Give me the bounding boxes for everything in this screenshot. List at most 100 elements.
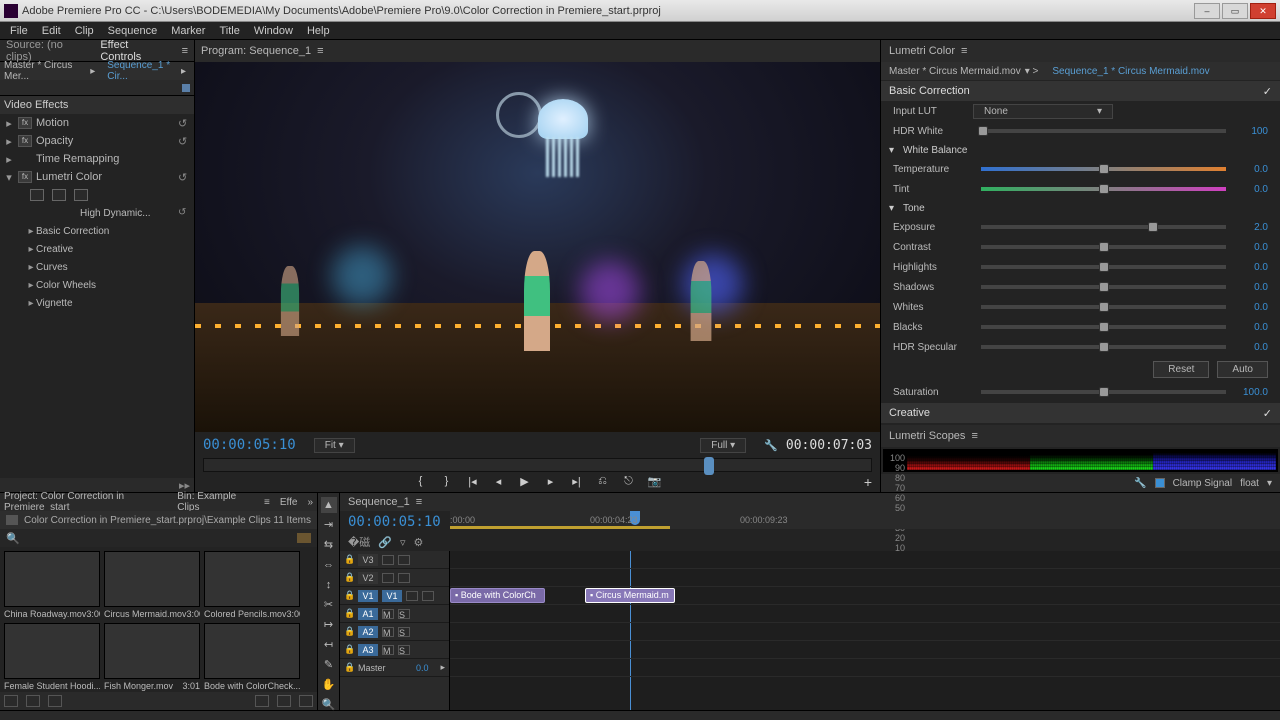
lumetri-seq[interactable]: Sequence_1 * Circus Mermaid.mov	[1052, 66, 1209, 77]
solo-icon[interactable]: S	[398, 645, 410, 655]
go-to-out-icon[interactable]: ▸|	[569, 475, 585, 489]
sync-lock-icon[interactable]	[422, 591, 434, 601]
blacks-slider[interactable]	[981, 325, 1226, 329]
audio-track-header[interactable]: 🔒A3MS	[340, 641, 449, 659]
search-icon[interactable]: 🔍	[6, 532, 18, 545]
lock-icon[interactable]: 🔒	[344, 590, 354, 601]
clip-item[interactable]: China Roadway.mov3:00	[4, 551, 100, 619]
panel-menu-icon[interactable]: ≡	[416, 496, 422, 508]
extract-icon[interactable]: ⎋	[621, 475, 637, 489]
exposure-value[interactable]: 2.0	[1234, 222, 1268, 233]
panel-menu-icon[interactable]: ≡	[961, 45, 967, 57]
saturation-value[interactable]: 100.0	[1234, 387, 1268, 398]
program-viewer[interactable]	[195, 62, 880, 432]
icon-view-icon[interactable]	[26, 695, 40, 707]
whites-slider[interactable]	[981, 305, 1226, 309]
panel-menu-icon[interactable]: ≡	[971, 430, 977, 442]
lumetri-creative[interactable]: ▸Creative	[0, 240, 194, 258]
selection-tool-icon[interactable]: ▲	[321, 497, 337, 513]
clip-item[interactable]: Female Student Hoodi...3:00	[4, 623, 100, 691]
linked-selection-icon[interactable]: 🔗	[378, 536, 392, 549]
panel-menu-icon[interactable]: ≡	[182, 45, 188, 57]
whites-value[interactable]: 0.0	[1234, 302, 1268, 313]
reset-icon[interactable]: ↺	[178, 117, 190, 129]
input-lut-select[interactable]: None▾	[973, 104, 1113, 119]
rate-stretch-tool-icon[interactable]: ↕	[321, 577, 337, 593]
mask-rect-icon[interactable]	[52, 189, 66, 201]
tab-bin[interactable]: Bin: Example Clips	[177, 491, 250, 513]
track-select-tool-icon[interactable]: ⇥	[321, 517, 337, 533]
lock-icon[interactable]: 🔒	[344, 572, 354, 583]
play-icon[interactable]: ▸	[181, 66, 186, 77]
scopes-display[interactable]: 1009080706050403020100	[883, 449, 1278, 472]
menu-marker[interactable]: Marker	[165, 23, 211, 39]
play-icon[interactable]: ▶	[517, 475, 533, 489]
marker-icon[interactable]: ▿	[400, 536, 406, 549]
master-track-header[interactable]: 🔒Master0.0▸	[340, 659, 449, 677]
program-scrubber[interactable]	[203, 458, 872, 472]
mute-icon[interactable]: M	[382, 645, 394, 655]
mark-out-icon[interactable]: }	[439, 475, 455, 489]
timeline-clip[interactable]: ▪ Bode with ColorCh	[450, 588, 545, 603]
program-timecode[interactable]: 00:00:05:10	[203, 437, 296, 453]
clip-item[interactable]: Colored Pencils.mov3:00	[204, 551, 300, 619]
minimize-button[interactable]: –	[1194, 3, 1220, 19]
lift-icon[interactable]: ⎌	[595, 475, 611, 489]
auto-button[interactable]: Auto	[1217, 361, 1268, 378]
mask-pen-icon[interactable]	[74, 189, 88, 201]
panel-menu-icon[interactable]: ≡	[317, 45, 323, 57]
effect-motion[interactable]: ▸fxMotion↺	[0, 114, 194, 132]
shadows-slider[interactable]	[981, 285, 1226, 289]
step-forward-icon[interactable]: ▸	[543, 475, 559, 489]
timeline-timecode[interactable]: 00:00:05:10	[348, 514, 441, 530]
ripple-tool-icon[interactable]: ⇆	[321, 537, 337, 553]
highlights-slider[interactable]	[981, 265, 1226, 269]
white-balance-header[interactable]: White Balance	[903, 145, 967, 156]
mute-icon[interactable]: M	[382, 609, 394, 619]
menu-help[interactable]: Help	[301, 23, 336, 39]
lumetri-hdr[interactable]: High Dynamic...↺	[0, 204, 194, 222]
checkmark-icon[interactable]: ✓	[1263, 407, 1272, 420]
zoom-tool-icon[interactable]: 🔍	[321, 697, 337, 713]
zoom-select[interactable]: Fit ▾	[314, 438, 355, 453]
list-view-icon[interactable]	[4, 695, 18, 707]
clip-item[interactable]: Fish Monger.mov3:01	[104, 623, 200, 691]
menu-sequence[interactable]: Sequence	[102, 23, 164, 39]
lock-icon[interactable]: 🔒	[344, 608, 354, 619]
reset-button[interactable]: Reset	[1153, 361, 1209, 378]
toggle-output-icon[interactable]	[382, 555, 394, 565]
tint-value[interactable]: 0.0	[1234, 184, 1268, 195]
audio-track-header[interactable]: 🔒A2MS	[340, 623, 449, 641]
solo-icon[interactable]: S	[398, 609, 410, 619]
reset-icon[interactable]: ↺	[178, 135, 190, 147]
reset-icon[interactable]: ↺	[178, 171, 190, 183]
shadows-value[interactable]: 0.0	[1234, 282, 1268, 293]
clip-item[interactable]: Circus Mermaid.mov3:00	[104, 551, 200, 619]
snap-icon[interactable]: �磁	[348, 534, 370, 550]
slip-tool-icon[interactable]: ↦	[321, 617, 337, 633]
rolling-tool-icon[interactable]: ⇔	[321, 557, 337, 573]
ec-master-clip[interactable]: Master * Circus Mer...	[4, 60, 86, 82]
video-track-header[interactable]: 🔒V2	[340, 569, 449, 587]
lumetri-color-wheels[interactable]: ▸Color Wheels	[0, 276, 194, 294]
ec-sequence-clip[interactable]: Sequence_1 * Cir...	[107, 60, 181, 82]
toggle-output-icon[interactable]	[406, 591, 418, 601]
timeline-ruler[interactable]: :00:0000:00:04:2300:00:09:23	[450, 511, 1280, 529]
video-track-header[interactable]: 🔒V3	[340, 551, 449, 569]
work-area-bar[interactable]	[450, 526, 670, 529]
slide-tool-icon[interactable]: ↤	[321, 637, 337, 653]
solo-icon[interactable]: S	[398, 627, 410, 637]
sync-lock-icon[interactable]	[398, 573, 410, 583]
mute-icon[interactable]: M	[382, 627, 394, 637]
lock-icon[interactable]: 🔒	[344, 626, 354, 637]
lumetri-curves[interactable]: ▸Curves	[0, 258, 194, 276]
toggle-output-icon[interactable]	[382, 573, 394, 583]
settings-icon[interactable]: ⚙	[414, 536, 424, 549]
saturation-slider[interactable]	[981, 390, 1226, 394]
razor-tool-icon[interactable]: ✂	[321, 597, 337, 613]
track-area[interactable]: ▪ Bode with ColorCh▪ Circus Mermaid.m	[450, 551, 1280, 710]
sync-lock-icon[interactable]	[398, 555, 410, 565]
lumetri-basic-correction[interactable]: ▸Basic Correction	[0, 222, 194, 240]
folder-icon[interactable]	[297, 533, 311, 543]
tab-program[interactable]: Program: Sequence_1	[201, 45, 311, 57]
